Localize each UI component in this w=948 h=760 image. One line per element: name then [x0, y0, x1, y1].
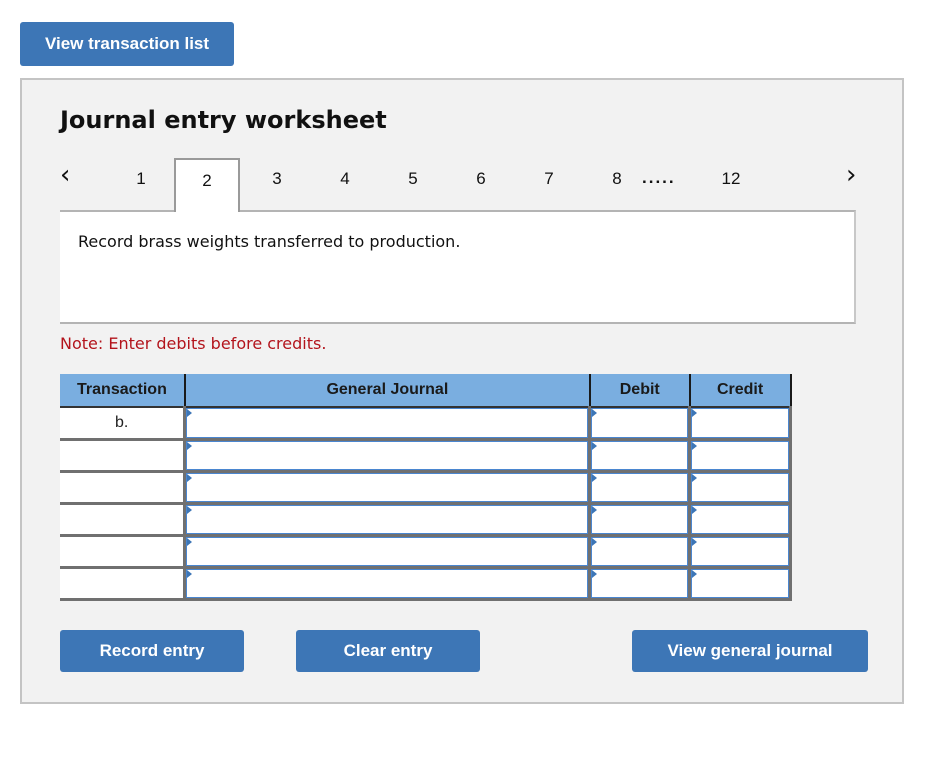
transaction-description-box: Record brass weights transferred to prod… — [60, 210, 856, 324]
dropdown-marker-icon — [187, 569, 193, 578]
header-general-journal: General Journal — [183, 374, 590, 408]
debit-cell — [588, 439, 690, 473]
dropdown-marker-icon — [592, 569, 598, 578]
dropdown-marker-icon — [592, 409, 598, 417]
dropdown-marker-icon — [187, 409, 193, 417]
table-row: b. — [60, 407, 792, 441]
account-input[interactable] — [186, 472, 589, 502]
debit-input[interactable] — [591, 408, 689, 438]
dropdown-marker-icon — [692, 505, 698, 514]
dropdown-marker-icon — [592, 473, 598, 482]
dropdown-marker-icon — [692, 537, 698, 546]
dropdown-marker-icon — [187, 473, 193, 482]
table-header-row: Transaction General Journal Debit Credit — [60, 374, 792, 408]
tab-6[interactable]: 6 — [448, 158, 514, 210]
debit-cell — [588, 535, 690, 569]
tab-5[interactable]: 5 — [380, 158, 446, 210]
transaction-cell — [60, 439, 185, 473]
tab-12[interactable]: 12 — [698, 158, 764, 210]
chevron-left-icon[interactable]: ‹ — [60, 160, 70, 190]
transaction-cell — [60, 535, 185, 569]
table-row — [60, 503, 792, 537]
credit-cell — [688, 471, 792, 505]
debit-input[interactable] — [591, 440, 689, 470]
header-credit: Credit — [688, 374, 792, 408]
debit-input[interactable] — [591, 472, 689, 502]
table-row — [60, 439, 792, 473]
credit-cell — [688, 535, 792, 569]
account-cell — [183, 439, 590, 473]
dropdown-marker-icon — [592, 505, 598, 514]
view-transaction-list-button[interactable]: View transaction list — [20, 22, 234, 66]
tab-4[interactable]: 4 — [312, 158, 378, 210]
worksheet-title: Journal entry worksheet — [60, 106, 387, 134]
dropdown-marker-icon — [187, 537, 193, 546]
transaction-description: Record brass weights transferred to prod… — [78, 232, 461, 251]
credit-input[interactable] — [691, 472, 789, 502]
credit-cell — [688, 407, 792, 441]
credit-input[interactable] — [691, 536, 789, 566]
tab-3[interactable]: 3 — [244, 158, 310, 210]
debit-input[interactable] — [591, 536, 689, 566]
table-row — [60, 535, 792, 569]
dropdown-marker-icon — [592, 441, 598, 450]
table-row — [60, 567, 792, 601]
account-cell — [183, 407, 590, 441]
debit-input[interactable] — [591, 504, 689, 534]
journal-entry-table: Transaction General Journal Debit Credit… — [60, 374, 792, 601]
credit-input[interactable] — [691, 568, 789, 598]
transaction-cell: b. — [60, 407, 185, 441]
view-general-journal-button[interactable]: View general journal — [632, 630, 868, 672]
account-cell — [183, 567, 590, 601]
header-transaction: Transaction — [60, 374, 185, 408]
transaction-cell — [60, 567, 185, 601]
header-debit: Debit — [588, 374, 690, 408]
dropdown-marker-icon — [692, 409, 698, 417]
credit-cell — [688, 567, 792, 601]
dropdown-marker-icon — [187, 505, 193, 514]
debit-cell — [588, 471, 690, 505]
transaction-cell — [60, 503, 185, 537]
account-input[interactable] — [186, 536, 589, 566]
credit-input[interactable] — [691, 408, 789, 438]
account-input[interactable] — [186, 504, 589, 534]
clear-entry-button[interactable]: Clear entry — [296, 630, 480, 672]
dropdown-marker-icon — [692, 473, 698, 482]
debit-cell — [588, 503, 690, 537]
debit-input[interactable] — [591, 568, 689, 598]
table-row — [60, 471, 792, 505]
dropdown-marker-icon — [592, 537, 598, 546]
credit-cell — [688, 439, 792, 473]
dropdown-marker-icon — [187, 441, 193, 450]
debit-cell — [588, 567, 690, 601]
tab-1[interactable]: 1 — [108, 158, 174, 210]
account-input[interactable] — [186, 568, 589, 598]
credit-cell — [688, 503, 792, 537]
chevron-right-icon[interactable]: › — [846, 160, 856, 190]
record-entry-button[interactable]: Record entry — [60, 630, 244, 672]
credit-input[interactable] — [691, 440, 789, 470]
tab-8[interactable]: 8 — [584, 158, 650, 210]
journal-entry-worksheet-panel: Journal entry worksheet ‹ 1 2 3 4 5 6 7 … — [20, 78, 904, 704]
account-input[interactable] — [186, 440, 589, 470]
tab-2[interactable]: 2 — [174, 158, 240, 212]
tabs-ellipsis: ..... — [642, 168, 676, 187]
account-cell — [183, 503, 590, 537]
credit-input[interactable] — [691, 504, 789, 534]
debit-cell — [588, 407, 690, 441]
account-input[interactable] — [186, 408, 589, 438]
account-cell — [183, 471, 590, 505]
tab-7[interactable]: 7 — [516, 158, 582, 210]
dropdown-marker-icon — [692, 441, 698, 450]
note-text: Note: Enter debits before credits. — [60, 334, 327, 353]
transaction-cell — [60, 471, 185, 505]
dropdown-marker-icon — [692, 569, 698, 578]
account-cell — [183, 535, 590, 569]
